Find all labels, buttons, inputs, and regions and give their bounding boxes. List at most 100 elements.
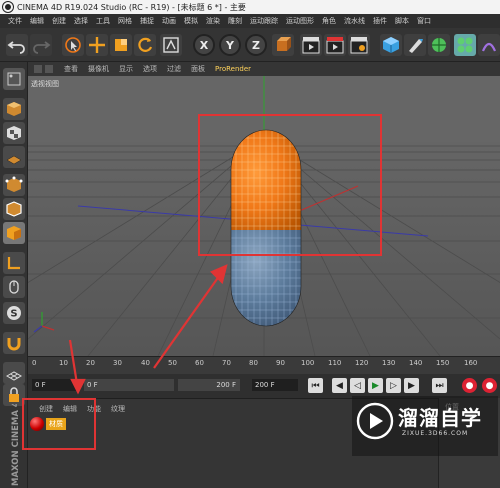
render-view-button[interactable]: [300, 34, 322, 56]
workplane-mode-button[interactable]: [3, 146, 25, 168]
menu-mograph[interactable]: 运动图形: [282, 16, 318, 26]
cloner-button[interactable]: [454, 34, 476, 56]
magnet-button[interactable]: [3, 332, 25, 354]
scale-tool-button[interactable]: [110, 34, 132, 56]
previous-key-button[interactable]: ◀: [332, 378, 347, 393]
tick-label: 10: [59, 359, 68, 367]
model-mode-button[interactable]: [3, 98, 25, 120]
menu-file[interactable]: 文件: [4, 16, 26, 26]
material-menu-texture[interactable]: 纹理: [106, 404, 130, 414]
live-selection-button[interactable]: [62, 34, 84, 56]
transport-bar: 0 F 0 F 200 F 200 F ⏮ ◀ ◁ ▶ ▷ ▶ ⏭ ● ●: [28, 374, 500, 398]
next-key-button[interactable]: ▶: [404, 378, 419, 393]
snapping-button[interactable]: S: [3, 302, 25, 324]
tick-label: 110: [328, 359, 342, 367]
checker-cube-icon: [7, 126, 21, 140]
points-mode-icon: [5, 176, 23, 192]
grid-icon: [5, 371, 23, 381]
render-picture-viewer-button[interactable]: [324, 34, 346, 56]
max-frame-field[interactable]: 200 F: [252, 379, 298, 391]
maxon-logo-text: MAXON CINEMA 4D: [11, 404, 21, 486]
menu-select[interactable]: 选择: [70, 16, 92, 26]
polygons-mode-button[interactable]: [3, 222, 25, 244]
menu-plugins[interactable]: 插件: [369, 16, 391, 26]
grid-toggle-button[interactable]: [3, 362, 25, 384]
menu-motion-tracking[interactable]: 运动跟踪: [246, 16, 282, 26]
tweak-mode-button[interactable]: [3, 276, 25, 298]
go-to-start-button[interactable]: ⏮: [308, 378, 323, 393]
viewport-menu-prorender[interactable]: ProRender: [210, 65, 256, 73]
viewport-menu-camera[interactable]: 摄像机: [83, 64, 114, 74]
uvw-mode-button[interactable]: [3, 252, 25, 274]
next-frame-button[interactable]: ▷: [386, 378, 401, 393]
svg-text:S: S: [10, 309, 17, 320]
watermark-subtitle: ZIXUE.3D66.COM: [402, 430, 469, 437]
recent-tools-icon: [163, 37, 179, 53]
viewport-menu-panel[interactable]: 面板: [186, 64, 210, 74]
edges-mode-icon: [6, 201, 22, 217]
viewport-menu-options[interactable]: 选项: [138, 64, 162, 74]
menu-create[interactable]: 创建: [48, 16, 70, 26]
menu-tools[interactable]: 工具: [92, 16, 114, 26]
current-frame-field[interactable]: 0 F: [32, 379, 80, 391]
x-axis-lock-button[interactable]: X: [193, 34, 215, 56]
redo-icon: [33, 41, 51, 54]
viewport-menu-display[interactable]: 显示: [114, 64, 138, 74]
model-mode-icon: [7, 102, 21, 116]
z-axis-lock-button[interactable]: Z: [245, 34, 267, 56]
viewport-pan-icon[interactable]: [34, 65, 42, 73]
cube-primitive-button[interactable]: [380, 34, 402, 56]
menu-window[interactable]: 窗口: [413, 16, 435, 26]
title-bar: CINEMA 4D R19.024 Studio (RC - R19) - [未…: [0, 0, 500, 14]
menu-sculpt[interactable]: 雕刻: [224, 16, 246, 26]
make-editable-button[interactable]: [3, 68, 25, 90]
recent-tools-button[interactable]: [160, 34, 182, 56]
menu-character[interactable]: 角色: [318, 16, 340, 26]
range-end-field[interactable]: 200 F: [178, 379, 240, 391]
rotate-icon: [138, 37, 153, 52]
viewport-menu-filter[interactable]: 过滤: [162, 64, 186, 74]
undo-button[interactable]: [6, 34, 28, 56]
magnet-icon: [7, 338, 21, 351]
play-button[interactable]: ▶: [368, 378, 383, 393]
autokey-button[interactable]: ●: [482, 378, 497, 393]
rotate-tool-button[interactable]: [134, 34, 156, 56]
undo-icon: [7, 41, 25, 54]
viewport-zoom-icon[interactable]: [45, 65, 53, 73]
pen-spline-button[interactable]: [404, 34, 426, 56]
menu-pipeline[interactable]: 流水线: [340, 16, 369, 26]
coordinate-system-button[interactable]: [272, 34, 294, 56]
menu-render[interactable]: 渲染: [202, 16, 224, 26]
menu-animate[interactable]: 动画: [158, 16, 180, 26]
pen-icon: [409, 39, 423, 53]
menu-edit[interactable]: 编辑: [26, 16, 48, 26]
lock-icon: [9, 387, 19, 402]
site-watermark: 溜溜自学 ZIXUE.3D66.COM: [352, 396, 498, 456]
viewport-menu-view[interactable]: 查看: [59, 64, 83, 74]
edges-mode-button[interactable]: [3, 198, 25, 220]
cube-icon: [383, 37, 399, 53]
range-start-field[interactable]: 0 F: [84, 379, 174, 391]
menu-snap[interactable]: 捕捉: [136, 16, 158, 26]
menu-simulate[interactable]: 模拟: [180, 16, 202, 26]
window-title: CINEMA 4D R19.024 Studio (RC - R19) - [未…: [17, 2, 246, 12]
menu-mesh[interactable]: 网格: [114, 16, 136, 26]
cinema4d-app-icon: [3, 2, 13, 12]
deformer-button[interactable]: [478, 34, 500, 56]
points-mode-button[interactable]: [3, 174, 25, 196]
move-tool-button[interactable]: [86, 34, 108, 56]
timeline-ruler[interactable]: 0 10 20 30 40 50 60 70 80 90 100 110 120…: [28, 356, 500, 374]
go-to-end-button[interactable]: ⏭: [432, 378, 447, 393]
redo-button[interactable]: [30, 34, 52, 56]
render-settings-button[interactable]: [348, 34, 370, 56]
y-axis-lock-button[interactable]: Y: [219, 34, 241, 56]
texture-mode-button[interactable]: [3, 122, 25, 144]
snap-s-icon: S: [7, 306, 21, 320]
menu-script[interactable]: 脚本: [391, 16, 413, 26]
record-button[interactable]: ●: [462, 378, 477, 393]
subdivision-surface-button[interactable]: [428, 34, 450, 56]
watermark-title: 溜溜自学: [398, 406, 482, 430]
tick-label: 150: [436, 359, 450, 367]
previous-frame-button[interactable]: ◁: [350, 378, 365, 393]
tick-label: 60: [195, 359, 204, 367]
